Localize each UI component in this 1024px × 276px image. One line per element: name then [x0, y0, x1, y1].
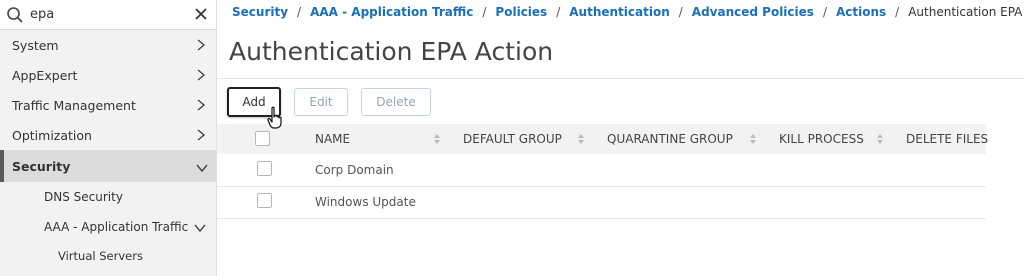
- cell-kill-process: [764, 186, 891, 219]
- breadcrumb-separator: /: [297, 5, 302, 19]
- column-label: KILL PROCESS: [779, 132, 864, 146]
- sidebar-item-optimization[interactable]: Optimization: [0, 120, 216, 150]
- column-label: NAME: [315, 132, 351, 146]
- page-title: Authentication EPA Action: [229, 37, 554, 66]
- sidebar-item-label: Security: [12, 158, 71, 174]
- chevron-right-icon: [196, 39, 206, 51]
- breadcrumb-authentication[interactable]: Authentication: [569, 5, 670, 19]
- breadcrumb-aaa-application-traffic[interactable]: AAA - Application Traffic: [310, 5, 473, 19]
- cell-quarantine-group: [592, 186, 764, 219]
- sidebar-item-label: Optimization: [12, 127, 92, 143]
- breadcrumb-separator: /: [482, 5, 487, 19]
- sidebar-search: [0, 0, 216, 30]
- sidebar-item-traffic-management[interactable]: Traffic Management: [0, 90, 216, 120]
- chevron-right-icon: [196, 129, 206, 141]
- app-window: System AppExpert Traffic Management Opti…: [0, 0, 1024, 276]
- cell-default-group: [448, 186, 592, 219]
- sidebar-item-label: Virtual Servers: [58, 249, 143, 263]
- column-header-default-group[interactable]: DEFAULT GROUP: [448, 124, 592, 154]
- breadcrumb-separator: /: [556, 5, 561, 19]
- sidebar-item-label: AAA - Application Traffic: [44, 220, 189, 234]
- sidebar-item-dns-security[interactable]: DNS Security: [0, 182, 216, 212]
- select-all-cell: [217, 124, 300, 154]
- sidebar-item-appexpert[interactable]: AppExpert: [0, 60, 216, 90]
- main-content: Security / AAA - Application Traffic / P…: [217, 0, 1024, 276]
- column-header-delete-files[interactable]: DELETE FILES: [891, 124, 989, 154]
- table-row[interactable]: Corp Domain: [217, 154, 986, 187]
- actions-table: NAME DEFAULT GROUP QUARANTINE GROUP KILL…: [217, 124, 989, 219]
- row-checkbox[interactable]: [256, 193, 272, 208]
- column-header-kill-process[interactable]: KILL PROCESS: [764, 124, 891, 154]
- chevron-right-icon: [196, 99, 206, 111]
- column-label: DELETE FILES: [906, 132, 989, 146]
- chevron-down-icon: [194, 222, 206, 233]
- column-header-quarantine-group[interactable]: QUARANTINE GROUP: [592, 124, 764, 154]
- cell-default-group: [448, 154, 592, 187]
- column-label: QUARANTINE GROUP: [607, 132, 733, 146]
- sidebar-item-label: AppExpert: [12, 67, 78, 83]
- sidebar-item-label: Traffic Management: [12, 97, 136, 113]
- breadcrumb: Security / AAA - Application Traffic / P…: [217, 0, 1024, 24]
- row-select-cell: [217, 154, 300, 187]
- row-checkbox[interactable]: [256, 160, 272, 176]
- sidebar-item-virtual-servers[interactable]: Virtual Servers: [0, 242, 216, 270]
- toolbar: Add Edit Delete: [217, 78, 1024, 124]
- sort-icon: [877, 133, 883, 145]
- breadcrumb-separator: /: [822, 5, 827, 19]
- sort-icon: [578, 133, 584, 145]
- cell-kill-process: [764, 154, 891, 187]
- chevron-down-icon: [196, 161, 208, 173]
- sort-icon: [750, 133, 756, 145]
- breadcrumb-actions[interactable]: Actions: [836, 5, 886, 19]
- search-icon: [6, 6, 24, 24]
- breadcrumb-separator: /: [895, 5, 900, 19]
- delete-button[interactable]: Delete: [361, 87, 431, 116]
- breadcrumb-policies[interactable]: Policies: [495, 5, 547, 19]
- breadcrumb-security[interactable]: Security: [232, 5, 288, 19]
- breadcrumb-separator: /: [678, 5, 683, 19]
- search-input[interactable]: [30, 7, 210, 22]
- cell-name: Windows Update: [300, 186, 448, 219]
- sidebar-item-label: System: [12, 37, 59, 53]
- column-label: DEFAULT GROUP: [463, 132, 562, 146]
- add-button[interactable]: Add: [227, 86, 281, 117]
- breadcrumb-advanced-policies[interactable]: Advanced Policies: [692, 5, 814, 19]
- close-icon[interactable]: [193, 6, 209, 22]
- table-header-row: NAME DEFAULT GROUP QUARANTINE GROUP KILL…: [217, 124, 989, 154]
- table-row[interactable]: Windows Update: [217, 186, 986, 219]
- select-all-checkbox[interactable]: [255, 131, 270, 146]
- cell-name: Corp Domain: [300, 154, 448, 187]
- cell-quarantine-group: [592, 154, 764, 187]
- row-select-cell: [217, 186, 300, 219]
- chevron-right-icon: [196, 69, 206, 81]
- cell-delete-files: [891, 154, 986, 187]
- sidebar-item-security[interactable]: Security: [0, 150, 216, 182]
- edit-button[interactable]: Edit: [294, 87, 348, 116]
- column-header-name[interactable]: NAME: [300, 124, 448, 154]
- sidebar: System AppExpert Traffic Management Opti…: [0, 0, 217, 276]
- cell-delete-files: [891, 186, 986, 219]
- breadcrumb-current: Authentication EPA Action: [908, 5, 1024, 19]
- sidebar-item-system[interactable]: System: [0, 30, 216, 60]
- sort-icon: [434, 133, 440, 145]
- sidebar-item-label: DNS Security: [44, 190, 123, 204]
- sidebar-item-aaa-application-traffic[interactable]: AAA - Application Traffic: [0, 212, 216, 242]
